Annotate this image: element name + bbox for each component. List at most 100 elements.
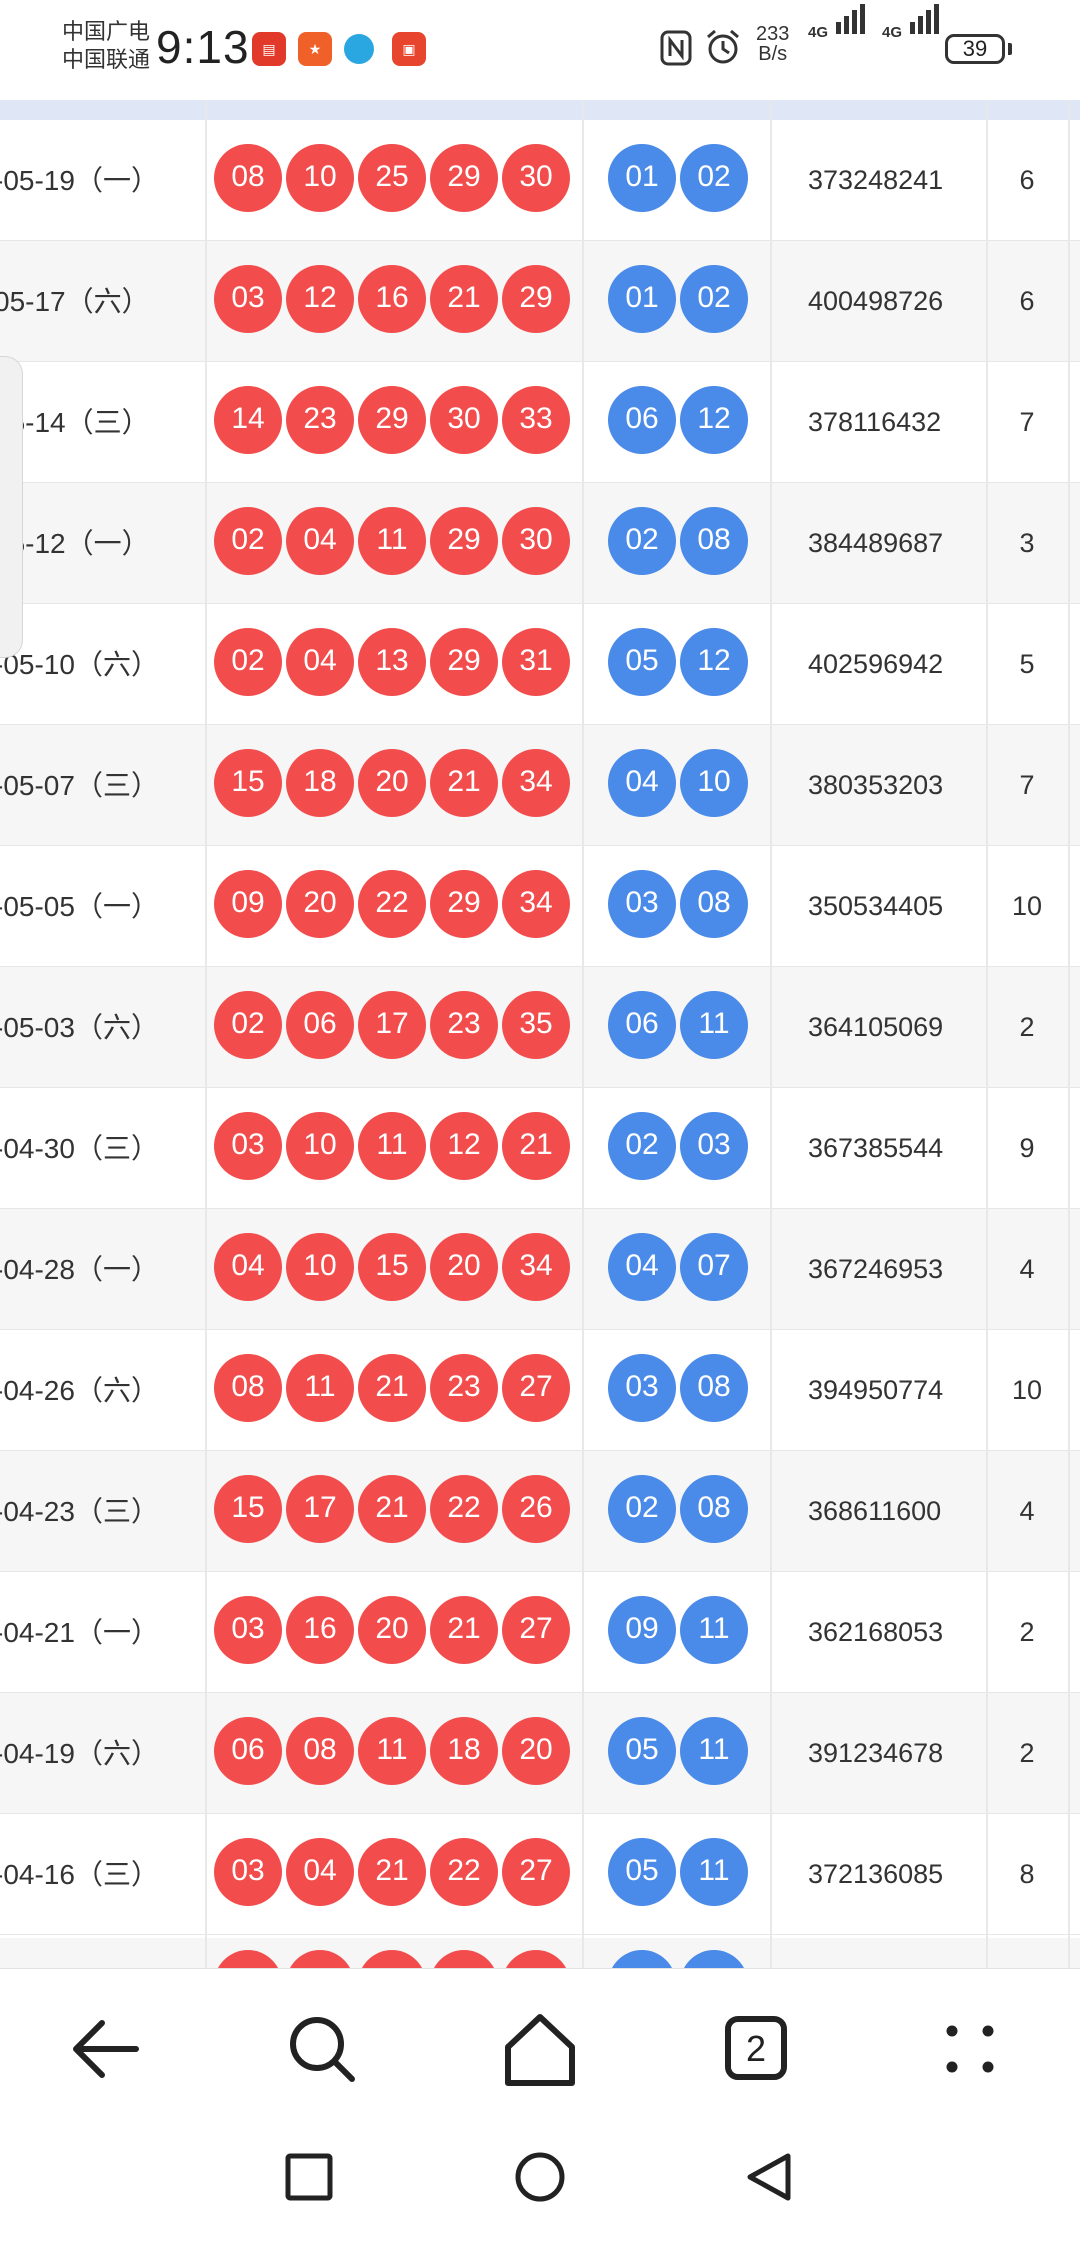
red-ball: 20 [430, 1233, 498, 1301]
blue-ball: 11 [680, 991, 748, 1059]
red-ball: 31 [502, 628, 570, 696]
red-ball: 03 [214, 1112, 282, 1180]
blue-ball: 09 [608, 1596, 676, 1664]
blue-ball: 07 [680, 1233, 748, 1301]
carrier-1: 中国广电 [62, 19, 151, 44]
red-ball: 34 [502, 1233, 570, 1301]
red-ball: 25 [358, 144, 426, 212]
red-ball: 10 [286, 1233, 354, 1301]
draw-date: -04-16（三） [0, 1859, 159, 1890]
draw-date: -04-28（一） [0, 1254, 159, 1285]
sales-amount: 402596942 [808, 649, 944, 679]
red-ball: 04 [286, 507, 354, 575]
red-ball: 21 [430, 1596, 498, 1664]
winner-count: 4 [1019, 1496, 1035, 1526]
back-arrow-icon[interactable] [58, 1999, 158, 2099]
table-row[interactable]: -04-28（一） 04 10 15 20 34 04 07 367246953 4 [0, 1209, 1080, 1330]
blue-ball: 03 [608, 1354, 676, 1422]
table-header-strip [0, 100, 1080, 120]
draw-date: -04-19（六） [0, 1738, 159, 1769]
winner-count: 4 [1019, 1254, 1035, 1284]
tabs-button[interactable]: 2 [706, 1999, 806, 2099]
sales-amount: 394950774 [808, 1375, 944, 1405]
triangle-back-icon[interactable] [736, 2142, 806, 2212]
red-ball-partial [430, 1950, 498, 1970]
red-ball: 17 [358, 991, 426, 1059]
table-row[interactable]: -04-21（一） 03 16 20 21 27 09 11 362168053 2 [0, 1572, 1080, 1693]
red-ball: 16 [286, 1596, 354, 1664]
table-row[interactable]: -04-30（三） 03 10 11 12 21 02 03 367385544 9 [0, 1088, 1080, 1209]
square-recents-icon[interactable] [274, 2142, 344, 2212]
battery-tip [1008, 43, 1012, 55]
blue-ball: 04 [608, 1233, 676, 1301]
winner-count: 6 [1019, 286, 1035, 316]
sales-amount: 391234678 [808, 1738, 944, 1768]
winner-count: 7 [1019, 407, 1035, 437]
red-ball: 29 [430, 628, 498, 696]
blue-ball: 11 [680, 1717, 748, 1785]
draw-date: -04-23（三） [0, 1496, 159, 1527]
blue-ball: 05 [608, 628, 676, 696]
red-ball: 11 [286, 1354, 354, 1422]
red-ball: 30 [502, 507, 570, 575]
red-ball: 21 [502, 1112, 570, 1180]
sales-amount: 367246953 [808, 1254, 944, 1284]
table-row[interactable]: -05-19（一） 08 10 25 29 30 01 02 373248241 6 [0, 120, 1080, 241]
side-panel-handle[interactable] [0, 356, 23, 658]
red-ball: 11 [358, 1112, 426, 1180]
search-icon[interactable] [272, 1999, 372, 2099]
table-row[interactable]: -04-23（三） 15 17 21 22 26 02 08 368611600 4 [0, 1451, 1080, 1572]
red-ball: 22 [430, 1475, 498, 1543]
blue-ball: 02 [680, 265, 748, 333]
signal-2: 4G [882, 4, 939, 42]
blue-ball: 05 [608, 1838, 676, 1906]
red-ball: 06 [286, 991, 354, 1059]
winner-count: 6 [1019, 165, 1035, 195]
more-dots-icon[interactable] [920, 1999, 1020, 2099]
table-row[interactable]: 05-14（三） 14 23 29 30 33 06 12 378116432 7 [0, 362, 1080, 483]
app-takeout-icon: ▣ [392, 32, 426, 66]
blue-ball: 08 [680, 1354, 748, 1422]
red-ball: 12 [430, 1112, 498, 1180]
blue-ball-partial [608, 1950, 676, 1970]
red-ball: 23 [430, 1354, 498, 1422]
red-ball: 34 [502, 749, 570, 817]
red-ball: 35 [502, 991, 570, 1059]
red-ball: 08 [214, 144, 282, 212]
red-ball: 29 [430, 870, 498, 938]
app-orange-icon: ★ [298, 32, 332, 66]
winner-count: 3 [1019, 528, 1035, 558]
red-ball: 14 [214, 386, 282, 454]
red-ball: 21 [430, 749, 498, 817]
table-row-partial [0, 1938, 1080, 1970]
table-row[interactable]: -05-03（六） 02 06 17 23 35 06 11 364105069 2 [0, 967, 1080, 1088]
table-row[interactable]: 05-12（一） 02 04 11 29 30 02 08 384489687 3 [0, 483, 1080, 604]
table-row[interactable]: -05-10（六） 02 04 13 29 31 05 12 402596942 5 [0, 604, 1080, 725]
signal-1-label: 4G [808, 24, 829, 41]
table-row[interactable]: -05-05（一） 09 20 22 29 34 03 08 350534405 10 [0, 846, 1080, 967]
red-ball: 06 [214, 1717, 282, 1785]
alarm-icon [707, 29, 739, 64]
red-ball: 27 [502, 1838, 570, 1906]
blue-ball: 11 [680, 1596, 748, 1664]
table-row[interactable]: -04-16（三） 03 04 21 22 27 05 11 372136085 8 [0, 1814, 1080, 1935]
blue-ball: 04 [608, 749, 676, 817]
red-ball: 26 [502, 1475, 570, 1543]
table-row[interactable]: -04-19（六） 06 08 11 18 20 05 11 391234678 2 [0, 1693, 1080, 1814]
circle-home-icon[interactable] [505, 2142, 575, 2212]
blue-ball: 08 [680, 1475, 748, 1543]
blue-ball: 03 [608, 870, 676, 938]
table-row[interactable]: -04-26（六） 08 11 21 23 27 03 08 394950774 10 [0, 1330, 1080, 1451]
table-row[interactable]: -05-07（三） 15 18 20 21 34 04 10 380353203 7 [0, 725, 1080, 846]
winner-count: 9 [1019, 1133, 1035, 1163]
blue-ball: 02 [608, 507, 676, 575]
red-ball: 03 [214, 1838, 282, 1906]
red-ball: 21 [358, 1354, 426, 1422]
red-ball: 29 [358, 386, 426, 454]
red-ball: 21 [358, 1838, 426, 1906]
draw-results-table[interactable]: -05-19（一） 08 10 25 29 30 01 02 373248241 6 05-17（六… [0, 100, 1080, 1970]
table-row[interactable]: 05-17（六） 03 12 16 21 29 01 02 400498726 6 [0, 241, 1080, 362]
winner-count: 10 [1011, 891, 1043, 921]
winner-count: 5 [1019, 649, 1035, 679]
home-icon[interactable] [490, 1999, 590, 2099]
